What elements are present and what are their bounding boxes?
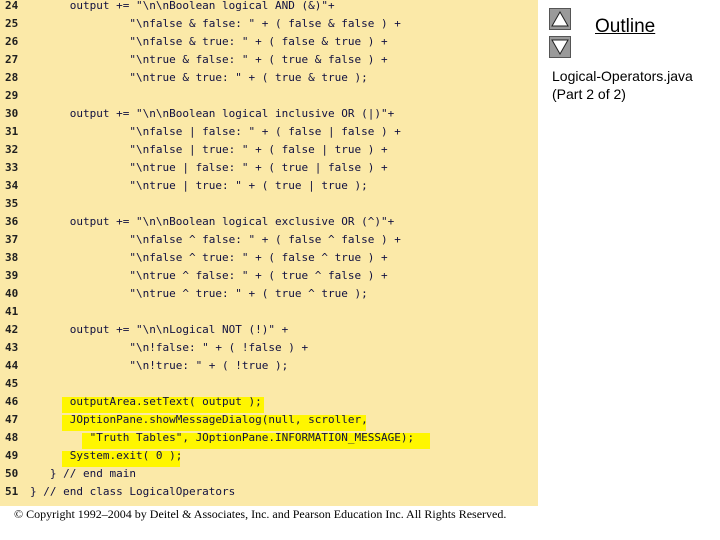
- code-line: 25 "\nfalse & false: " + ( false & false…: [0, 15, 538, 33]
- code-text: "\n!true: " + ( !true );: [30, 359, 289, 372]
- code-text: "\nfalse & false: " + ( false & false ) …: [30, 17, 401, 30]
- code-text: output += "\n\nBoolean logical exclusive…: [30, 215, 395, 228]
- code-line: 26 "\nfalse & true: " + ( false & true )…: [0, 33, 538, 51]
- code-text: } // end main: [30, 467, 136, 480]
- code-line: 46 outputArea.setText( output );: [0, 393, 538, 411]
- code-text: "\nfalse ^ false: " + ( false ^ false ) …: [30, 233, 401, 246]
- code-text: "\ntrue ^ false: " + ( true ^ false ) +: [30, 269, 388, 282]
- code-line: 47 JOptionPane.showMessageDialog(null, s…: [0, 411, 538, 429]
- line-number: 29: [5, 89, 19, 102]
- code-text: System.exit( 0 );: [30, 449, 183, 462]
- code-line: 42 output += "\n\nLogical NOT (!)" +: [0, 321, 538, 339]
- code-line: 34 "\ntrue | true: " + ( true | true );: [0, 177, 538, 195]
- triangle-down-icon: [551, 39, 569, 56]
- code-line: 33 "\ntrue | false: " + ( true | false )…: [0, 159, 538, 177]
- code-line: 36 output += "\n\nBoolean logical exclus…: [0, 213, 538, 231]
- file-caption: Logical-Operators.java (Part 2 of 2): [552, 68, 693, 102]
- code-text: "\nfalse ^ true: " + ( false ^ true ) +: [30, 251, 388, 264]
- code-text: "\nfalse | true: " + ( false | true ) +: [30, 143, 388, 156]
- code-line: 39 "\ntrue ^ false: " + ( true ^ false )…: [0, 267, 538, 285]
- code-line: 40 "\ntrue ^ true: " + ( true ^ true );: [0, 285, 538, 303]
- code-text: "Truth Tables", JOptionPane.INFORMATION_…: [30, 431, 415, 444]
- code-text: "\ntrue | false: " + ( true | false ) +: [30, 161, 388, 174]
- code-text: output += "\n\nBoolean logical AND (&)"+: [30, 0, 335, 12]
- line-number: 35: [5, 197, 19, 210]
- code-line: 24 output += "\n\nBoolean logical AND (&…: [0, 0, 538, 15]
- next-slide-button[interactable]: [549, 36, 571, 58]
- code-text: "\ntrue ^ true: " + ( true ^ true );: [30, 287, 368, 300]
- code-text: "\n!false: " + ( !false ) +: [30, 341, 309, 354]
- code-line: 43 "\n!false: " + ( !false ) +: [0, 339, 538, 357]
- code-text: output += "\n\nBoolean logical inclusive…: [30, 107, 395, 120]
- code-listing-panel: 24 output += "\n\nBoolean logical AND (&…: [0, 0, 538, 506]
- code-line: 38 "\nfalse ^ true: " + ( false ^ true )…: [0, 249, 538, 267]
- code-line: 31 "\nfalse | false: " + ( false | false…: [0, 123, 538, 141]
- code-line: 29: [0, 87, 538, 105]
- code-text: output += "\n\nLogical NOT (!)" +: [30, 323, 289, 336]
- code-line: 30 output += "\n\nBoolean logical inclus…: [0, 105, 538, 123]
- code-line: 49 System.exit( 0 );: [0, 447, 538, 465]
- code-text: outputArea.setText( output );: [30, 395, 262, 408]
- code-line: 51} // end class LogicalOperators: [0, 483, 538, 501]
- copyright-footer: © Copyright 1992–2004 by Deitel & Associ…: [14, 507, 507, 521]
- code-text: "\ntrue & false: " + ( true & false ) +: [30, 53, 388, 66]
- code-line: 50 } // end main: [0, 465, 538, 483]
- code-text: "\nfalse & true: " + ( false & true ) +: [30, 35, 388, 48]
- code-line: 27 "\ntrue & false: " + ( true & false )…: [0, 51, 538, 69]
- code-text: "\nfalse | false: " + ( false | false ) …: [30, 125, 401, 138]
- triangle-up-icon: [551, 10, 569, 27]
- code-text: JOptionPane.showMessageDialog(null, scro…: [30, 413, 368, 426]
- code-line: 44 "\n!true: " + ( !true );: [0, 357, 538, 375]
- previous-slide-button[interactable]: [549, 8, 571, 30]
- code-text: } // end class LogicalOperators: [30, 485, 236, 498]
- code-line: 35: [0, 195, 538, 213]
- code-line: 48 "Truth Tables", JOptionPane.INFORMATI…: [0, 429, 538, 447]
- code-text: "\ntrue | true: " + ( true | true );: [30, 179, 368, 192]
- code-line: 45: [0, 375, 538, 393]
- code-line: 32 "\nfalse | true: " + ( false | true )…: [0, 141, 538, 159]
- code-line: 28 "\ntrue & true: " + ( true & true );: [0, 69, 538, 87]
- code-text: "\ntrue & true: " + ( true & true );: [30, 71, 368, 84]
- code-line: 41: [0, 303, 538, 321]
- line-number: 45: [5, 377, 19, 390]
- line-number: 41: [5, 305, 19, 318]
- code-line: 37 "\nfalse ^ false: " + ( false ^ false…: [0, 231, 538, 249]
- outline-link[interactable]: Outline: [595, 16, 655, 38]
